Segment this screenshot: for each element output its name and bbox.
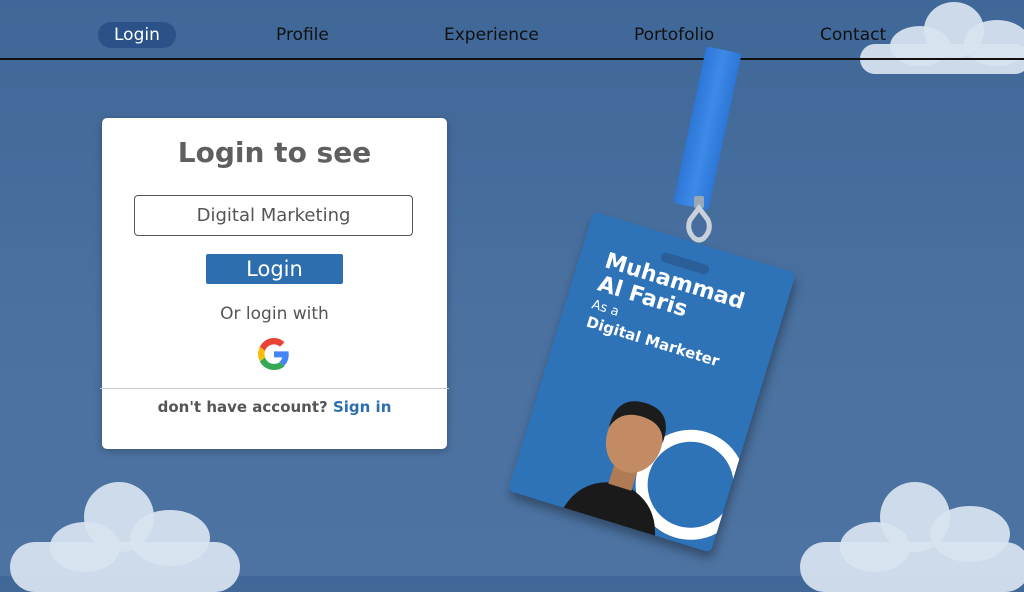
login-card: Login to see Login Or login with don't h… xyxy=(100,118,449,449)
or-login-with-text: Or login with xyxy=(220,304,329,324)
id-badge: Muhammad Al Faris As a Digital Marketer xyxy=(507,211,797,553)
card-divider xyxy=(100,388,449,389)
nav-login[interactable]: Login xyxy=(98,22,176,48)
top-nav: Login Profile Experience Portofolio Cont… xyxy=(0,0,1024,60)
cloud-bottom-left xyxy=(0,482,240,592)
login-title: Login to see xyxy=(177,136,372,169)
nav-experience[interactable]: Experience xyxy=(444,22,539,48)
badge-card: Muhammad Al Faris As a Digital Marketer xyxy=(507,211,797,553)
signup-prompt: don't have account? xyxy=(157,398,328,416)
login-button[interactable]: Login xyxy=(206,254,343,284)
login-input[interactable] xyxy=(134,195,413,236)
sign-in-link[interactable]: Sign in xyxy=(333,398,391,416)
nav-profile[interactable]: Profile xyxy=(276,22,329,48)
nav-portofolio[interactable]: Portofolio xyxy=(634,22,714,48)
signup-row: don't have account? Sign in xyxy=(102,398,447,416)
lanyard-strap xyxy=(673,46,742,211)
google-icon[interactable] xyxy=(258,338,290,370)
nav-contact[interactable]: Contact xyxy=(820,22,886,48)
cloud-bottom-right xyxy=(800,482,1024,592)
